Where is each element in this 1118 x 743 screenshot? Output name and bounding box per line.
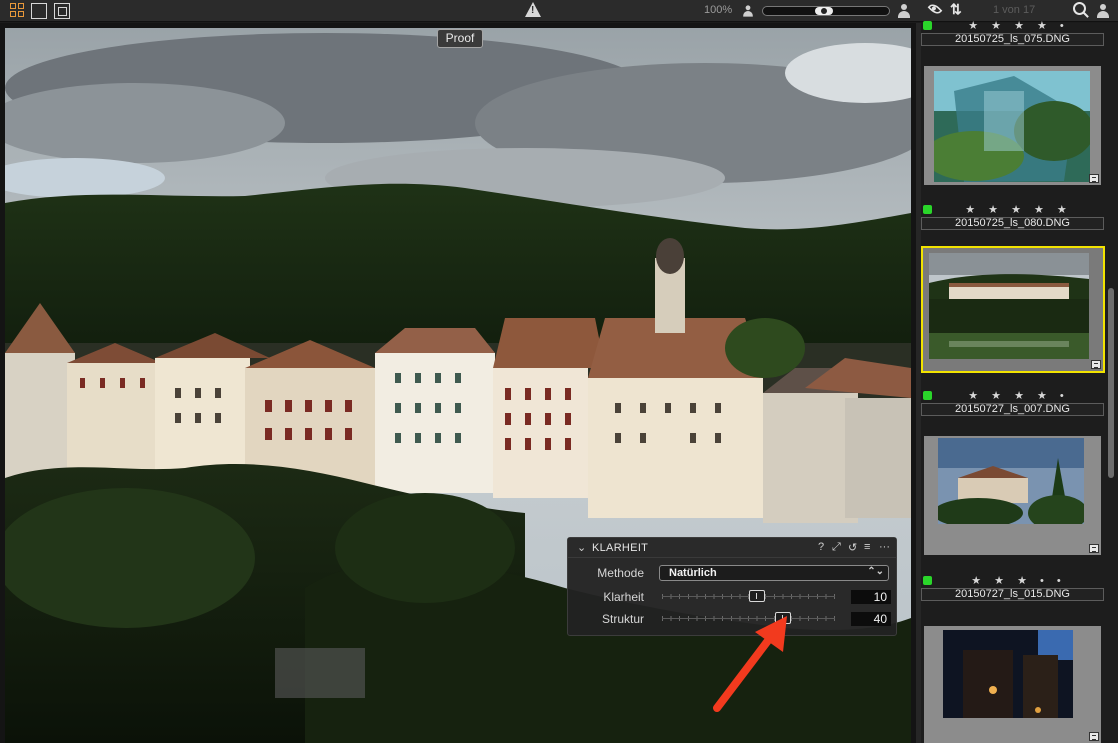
thumb-filename: 20150725_ls_075.DNG bbox=[921, 33, 1104, 46]
clarity-value-field[interactable]: 10 bbox=[851, 590, 891, 604]
edit-badge-icon bbox=[1089, 732, 1099, 741]
thumb-filename: 20150725_ls_080.DNG bbox=[921, 217, 1104, 230]
chevron-down-icon[interactable]: ⌄ bbox=[577, 541, 586, 554]
thumb-rating-row: ★ ★ ★ ★ ★ bbox=[921, 204, 1104, 216]
edit-badge-icon bbox=[1091, 360, 1101, 369]
image-count: 1 von 17 bbox=[993, 4, 1036, 16]
single-view-icon[interactable] bbox=[31, 3, 47, 19]
browser-scrollbar[interactable] bbox=[1108, 40, 1114, 743]
edit-badge-icon bbox=[1089, 544, 1099, 553]
zoom-out-person-icon[interactable] bbox=[743, 5, 753, 17]
more-icon[interactable]: ··· bbox=[879, 541, 890, 553]
thumb-rating-row: ★ ★ ★ ★ • bbox=[921, 390, 1104, 402]
panel-title: KLARHEIT bbox=[592, 542, 649, 554]
compare-view-icon[interactable] bbox=[54, 3, 70, 19]
thumb-rating-row: ★ ★ ★ • • bbox=[921, 575, 1104, 587]
search-icon[interactable] bbox=[1073, 2, 1086, 15]
user-icon[interactable] bbox=[1097, 4, 1109, 18]
clarity-label: Klarheit bbox=[603, 590, 644, 604]
edit-badge-icon bbox=[1089, 174, 1099, 183]
sort-icon[interactable]: ⇅ bbox=[950, 1, 962, 18]
reset-icon[interactable]: ↺ bbox=[848, 541, 857, 554]
zoom-in-person-icon[interactable] bbox=[898, 4, 910, 18]
thumbnail-cell[interactable] bbox=[924, 436, 1101, 555]
help-icon[interactable]: ? bbox=[818, 541, 824, 553]
zoom-slider[interactable] bbox=[762, 6, 890, 16]
thumbnail-cell[interactable] bbox=[924, 66, 1101, 185]
chevron-updown-icon: ⌃⌄ bbox=[867, 566, 884, 577]
thumbnail-image bbox=[934, 71, 1090, 182]
thumb-filename: 20150727_ls_015.DNG bbox=[921, 588, 1104, 601]
zoom-slider-thumb[interactable] bbox=[815, 7, 833, 15]
capture-one-window: 100% ⇅ 1 von 17 bbox=[0, 0, 1118, 743]
star-rating[interactable]: ★ ★ ★ ★ • bbox=[921, 389, 1104, 402]
thumbnail-image bbox=[938, 438, 1084, 524]
warning-icon[interactable] bbox=[525, 2, 541, 17]
panel-header[interactable]: ⌄ KLARHEIT ? ⤢ ↺ ≡ ··· bbox=[568, 538, 896, 558]
eye-icon[interactable] bbox=[927, 1, 943, 17]
method-label: Methode bbox=[597, 566, 644, 580]
thumb-filename: 20150727_ls_007.DNG bbox=[921, 403, 1104, 416]
adjust-icon[interactable]: ⤢ bbox=[832, 541, 841, 554]
thumbnail-image bbox=[943, 630, 1073, 718]
method-value: Natürlich bbox=[669, 567, 717, 579]
star-rating[interactable]: ★ ★ ★ ★ • bbox=[921, 19, 1104, 32]
scrollbar-thumb[interactable] bbox=[1108, 288, 1114, 478]
star-rating[interactable]: ★ ★ ★ • • bbox=[921, 574, 1104, 587]
structure-label: Struktur bbox=[601, 612, 644, 626]
structure-value-field[interactable]: 40 bbox=[851, 612, 891, 626]
thumbnail-cell[interactable] bbox=[924, 626, 1101, 743]
method-dropdown[interactable]: Natürlich ⌃⌄ bbox=[659, 565, 889, 581]
thumbnail-cell-selected[interactable] bbox=[921, 246, 1105, 373]
thumb-rating-row: ★ ★ ★ ★ • bbox=[921, 20, 1104, 32]
thumbnail-image bbox=[929, 253, 1089, 359]
clarity-slider-thumb[interactable] bbox=[749, 590, 766, 602]
star-rating[interactable]: ★ ★ ★ ★ ★ bbox=[921, 203, 1104, 216]
zoom-level: 100% bbox=[704, 4, 733, 16]
annotation-arrow-icon bbox=[713, 616, 787, 712]
list-icon[interactable]: ≡ bbox=[864, 541, 870, 553]
proof-label: Proof bbox=[437, 29, 483, 48]
grid-view-icon[interactable] bbox=[10, 3, 26, 19]
